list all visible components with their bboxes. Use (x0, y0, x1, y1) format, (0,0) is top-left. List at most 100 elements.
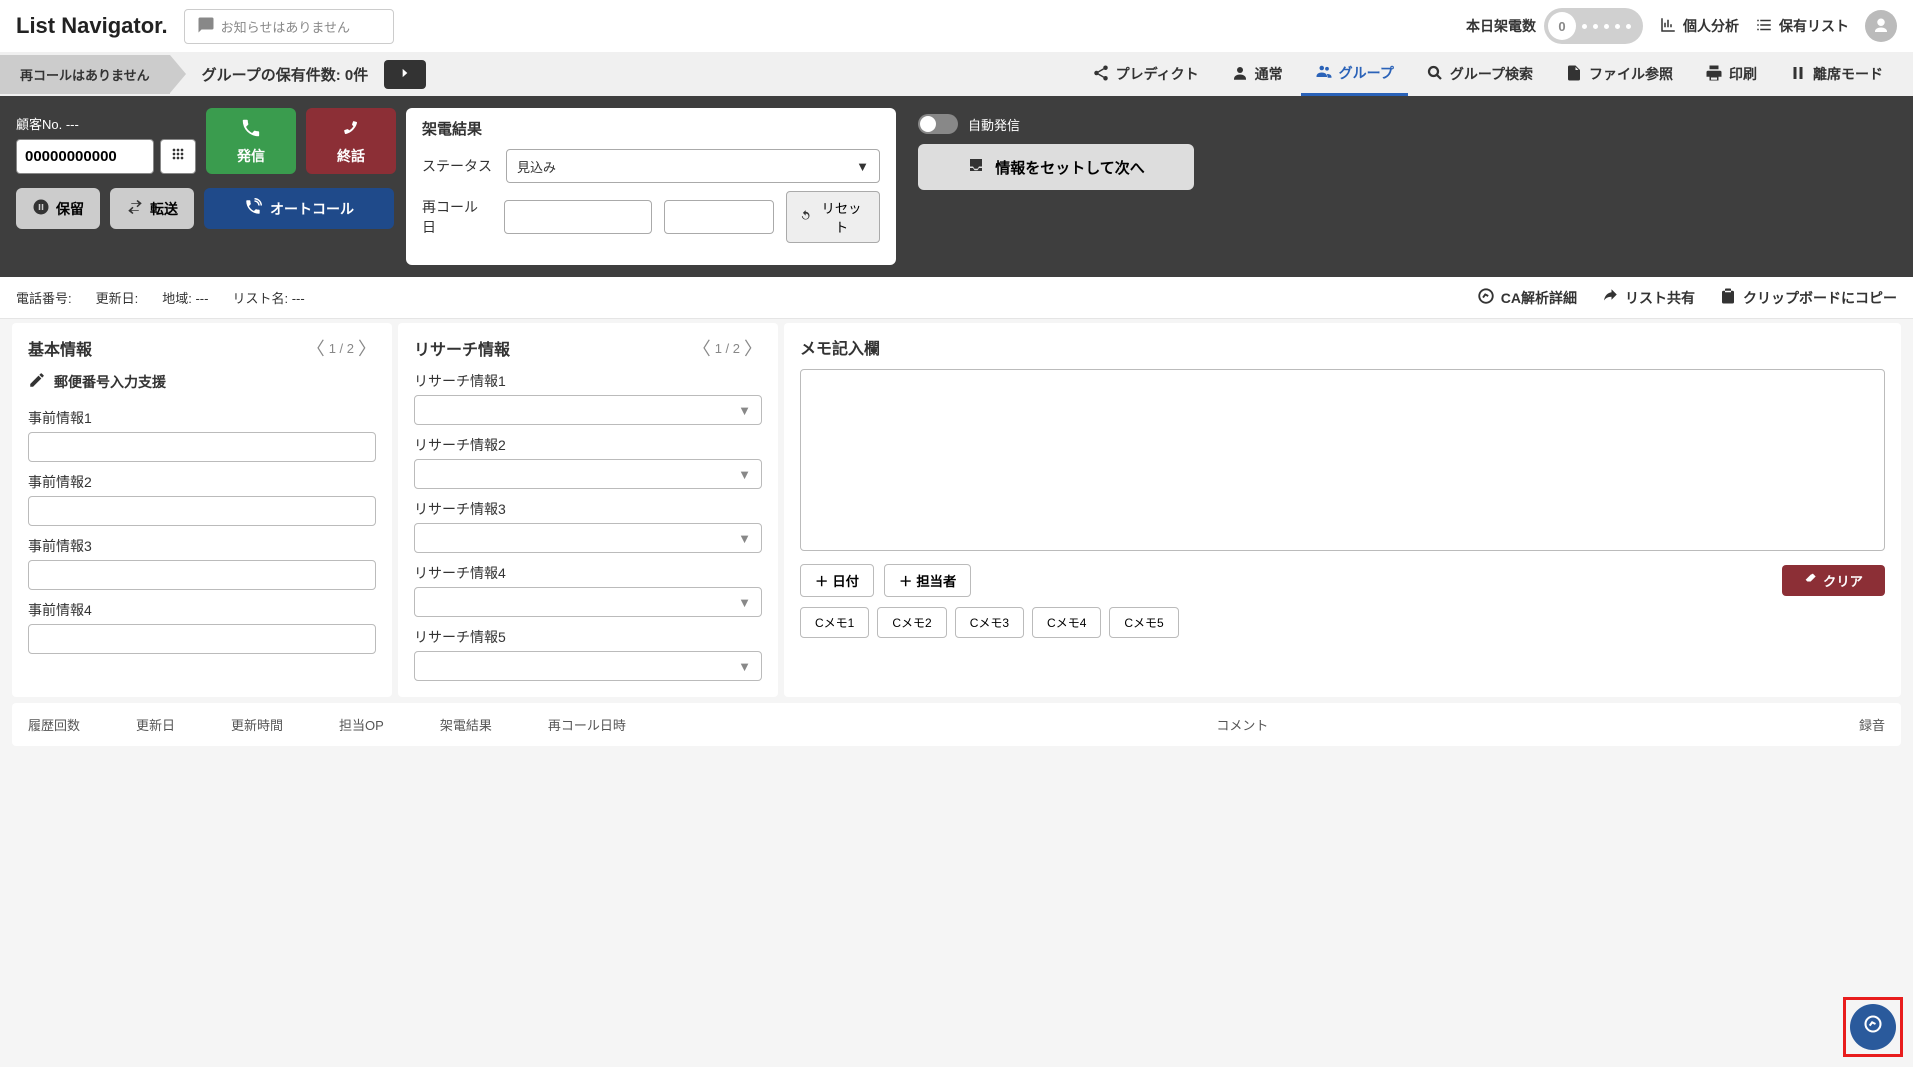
basic-title: 基本情報 (28, 336, 92, 360)
count-pill: 0 (1544, 8, 1643, 44)
col-recall: 再コール日時 (548, 715, 626, 734)
list-icon (1755, 16, 1773, 37)
hangup-button[interactable]: 終話 (306, 108, 396, 174)
chevron-down-icon: ▼ (738, 595, 751, 610)
today-call-count: 本日架電数 0 (1466, 8, 1643, 44)
notice-text: お知らせはありません (221, 17, 350, 36)
prev-page-button[interactable]: 〈 (693, 335, 711, 361)
chevron-down-icon: ▼ (738, 659, 751, 674)
recall-time-input[interactable] (664, 200, 774, 234)
reset-icon (799, 209, 812, 225)
reset-button[interactable]: リセット (786, 191, 880, 243)
dialpad-button[interactable] (160, 139, 196, 174)
notice-box[interactable]: お知らせはありません (184, 9, 394, 44)
list-share[interactable]: リスト共有 (1601, 287, 1695, 308)
analysis-fab[interactable] (1850, 1004, 1896, 1050)
cmemo-1-button[interactable]: Cメモ1 (800, 607, 869, 638)
research-label: リサーチ情報3 (414, 499, 762, 519)
research-select-5[interactable]: ▼ (414, 651, 762, 681)
col-record: 録音 (1859, 715, 1885, 734)
count-value: 0 (1548, 12, 1576, 40)
research-title: リサーチ情報 (414, 336, 510, 360)
plus-icon: ＋ (899, 571, 912, 590)
chevron-down-icon: ▼ (738, 467, 751, 482)
status-select[interactable]: 見込み ▼ (506, 149, 880, 183)
next-page-button[interactable]: 〉 (358, 335, 376, 361)
autocall-button[interactable]: オートコール (204, 188, 394, 229)
main-panels: 基本情報 〈 1 / 2 〉 郵便番号入力支援 事前情報1 事前情報2 事前情報… (0, 323, 1913, 697)
research-select-3[interactable]: ▼ (414, 523, 762, 553)
cmemo-5-button[interactable]: Cメモ5 (1109, 607, 1178, 638)
recall-date-input[interactable] (504, 200, 652, 234)
phone-down-icon (340, 117, 362, 142)
cmemo-2-button[interactable]: Cメモ2 (877, 607, 946, 638)
auto-call-toggle-row: 自動発信 (918, 114, 1194, 134)
basic-field-3-input[interactable] (28, 560, 376, 590)
col-comment: コメント (682, 715, 1803, 734)
ca-analysis-detail[interactable]: CA解析詳細 (1477, 287, 1577, 308)
next-page-button[interactable]: 〉 (744, 335, 762, 361)
info-region: 地域: --- (162, 288, 208, 307)
chevron-down-icon: ▼ (856, 159, 869, 174)
prev-page-button[interactable]: 〈 (307, 335, 325, 361)
nav-file-ref[interactable]: ファイル参照 (1551, 54, 1687, 95)
nav-group-search[interactable]: グループ検索 (1412, 54, 1547, 95)
sub-toolbar: 再コールはありません グループの保有件数: 0件 プレディクト 通常 グループ … (0, 52, 1913, 96)
col-op: 担当OP (339, 715, 384, 734)
nav-print[interactable]: 印刷 (1691, 54, 1771, 95)
basic-field-1-input[interactable] (28, 432, 376, 462)
field-label: 事前情報2 (28, 472, 376, 492)
cmemo-4-button[interactable]: Cメモ4 (1032, 607, 1101, 638)
customer-no-label: 顧客No. --- (16, 114, 196, 133)
research-label: リサーチ情報5 (414, 627, 762, 647)
auto-call-toggle[interactable] (918, 114, 958, 134)
group-icon (1315, 62, 1333, 83)
insert-person-button[interactable]: ＋ 担当者 (884, 564, 971, 597)
personal-analysis-link[interactable]: 個人分析 (1659, 16, 1739, 37)
memo-textarea[interactable] (800, 369, 1885, 551)
hold-button[interactable]: 保留 (16, 188, 100, 229)
memo-title: メモ記入欄 (800, 335, 880, 359)
recall-tab[interactable]: 再コールはありません (0, 55, 170, 94)
group-held-count: グループの保有件数: 0件 (202, 64, 369, 85)
call-result-panel: 架電結果 ステータス 見込み ▼ 再コール日 リセット (406, 108, 896, 265)
col-time: 更新時間 (231, 715, 283, 734)
nav-normal[interactable]: 通常 (1217, 54, 1297, 95)
pause-circle-icon (32, 198, 50, 219)
result-title: 架電結果 (422, 118, 880, 139)
clear-memo-button[interactable]: クリア (1782, 565, 1885, 596)
user-avatar[interactable] (1865, 10, 1897, 42)
phone-number-input[interactable] (16, 139, 154, 174)
status-label: ステータス (422, 156, 494, 176)
copy-to-clipboard[interactable]: クリップボードにコピー (1719, 287, 1897, 308)
nav-predict[interactable]: プレディクト (1078, 54, 1213, 95)
set-info-next-button[interactable]: 情報をセットして次へ (918, 144, 1194, 190)
share-icon (1092, 64, 1110, 85)
call-control-bar: 顧客No. --- 発信 終話 保留 (0, 96, 1913, 277)
chevron-down-icon: ▼ (738, 403, 751, 418)
person-icon (1231, 64, 1249, 85)
file-icon (1565, 64, 1583, 85)
insert-date-button[interactable]: ＋ 日付 (800, 564, 874, 597)
research-select-1[interactable]: ▼ (414, 395, 762, 425)
postal-assist-button[interactable]: 郵便番号入力支援 (28, 371, 376, 392)
basic-info-panel: 基本情報 〈 1 / 2 〉 郵便番号入力支援 事前情報1 事前情報2 事前情報… (12, 323, 392, 697)
clipboard-icon (1719, 287, 1737, 308)
broadcast-icon (244, 198, 262, 219)
tray-icon (967, 156, 985, 178)
research-label: リサーチ情報4 (414, 563, 762, 583)
nav-group[interactable]: グループ (1301, 52, 1408, 96)
research-select-2[interactable]: ▼ (414, 459, 762, 489)
basic-field-4-input[interactable] (28, 624, 376, 654)
cmemo-3-button[interactable]: Cメモ3 (955, 607, 1024, 638)
call-button[interactable]: 発信 (206, 108, 296, 174)
nav-away-mode[interactable]: 離席モード (1775, 54, 1897, 95)
transfer-button[interactable]: 転送 (110, 188, 194, 229)
next-arrow-button[interactable] (384, 60, 426, 89)
basic-field-2-input[interactable] (28, 496, 376, 526)
research-info-panel: リサーチ情報 〈 1 / 2 〉 リサーチ情報1 ▼ リサーチ情報2 ▼ リサー… (398, 323, 778, 697)
chart-icon (1659, 16, 1677, 37)
research-select-4[interactable]: ▼ (414, 587, 762, 617)
recall-date-label: 再コール日 (422, 197, 492, 237)
held-list-link[interactable]: 保有リスト (1755, 16, 1849, 37)
